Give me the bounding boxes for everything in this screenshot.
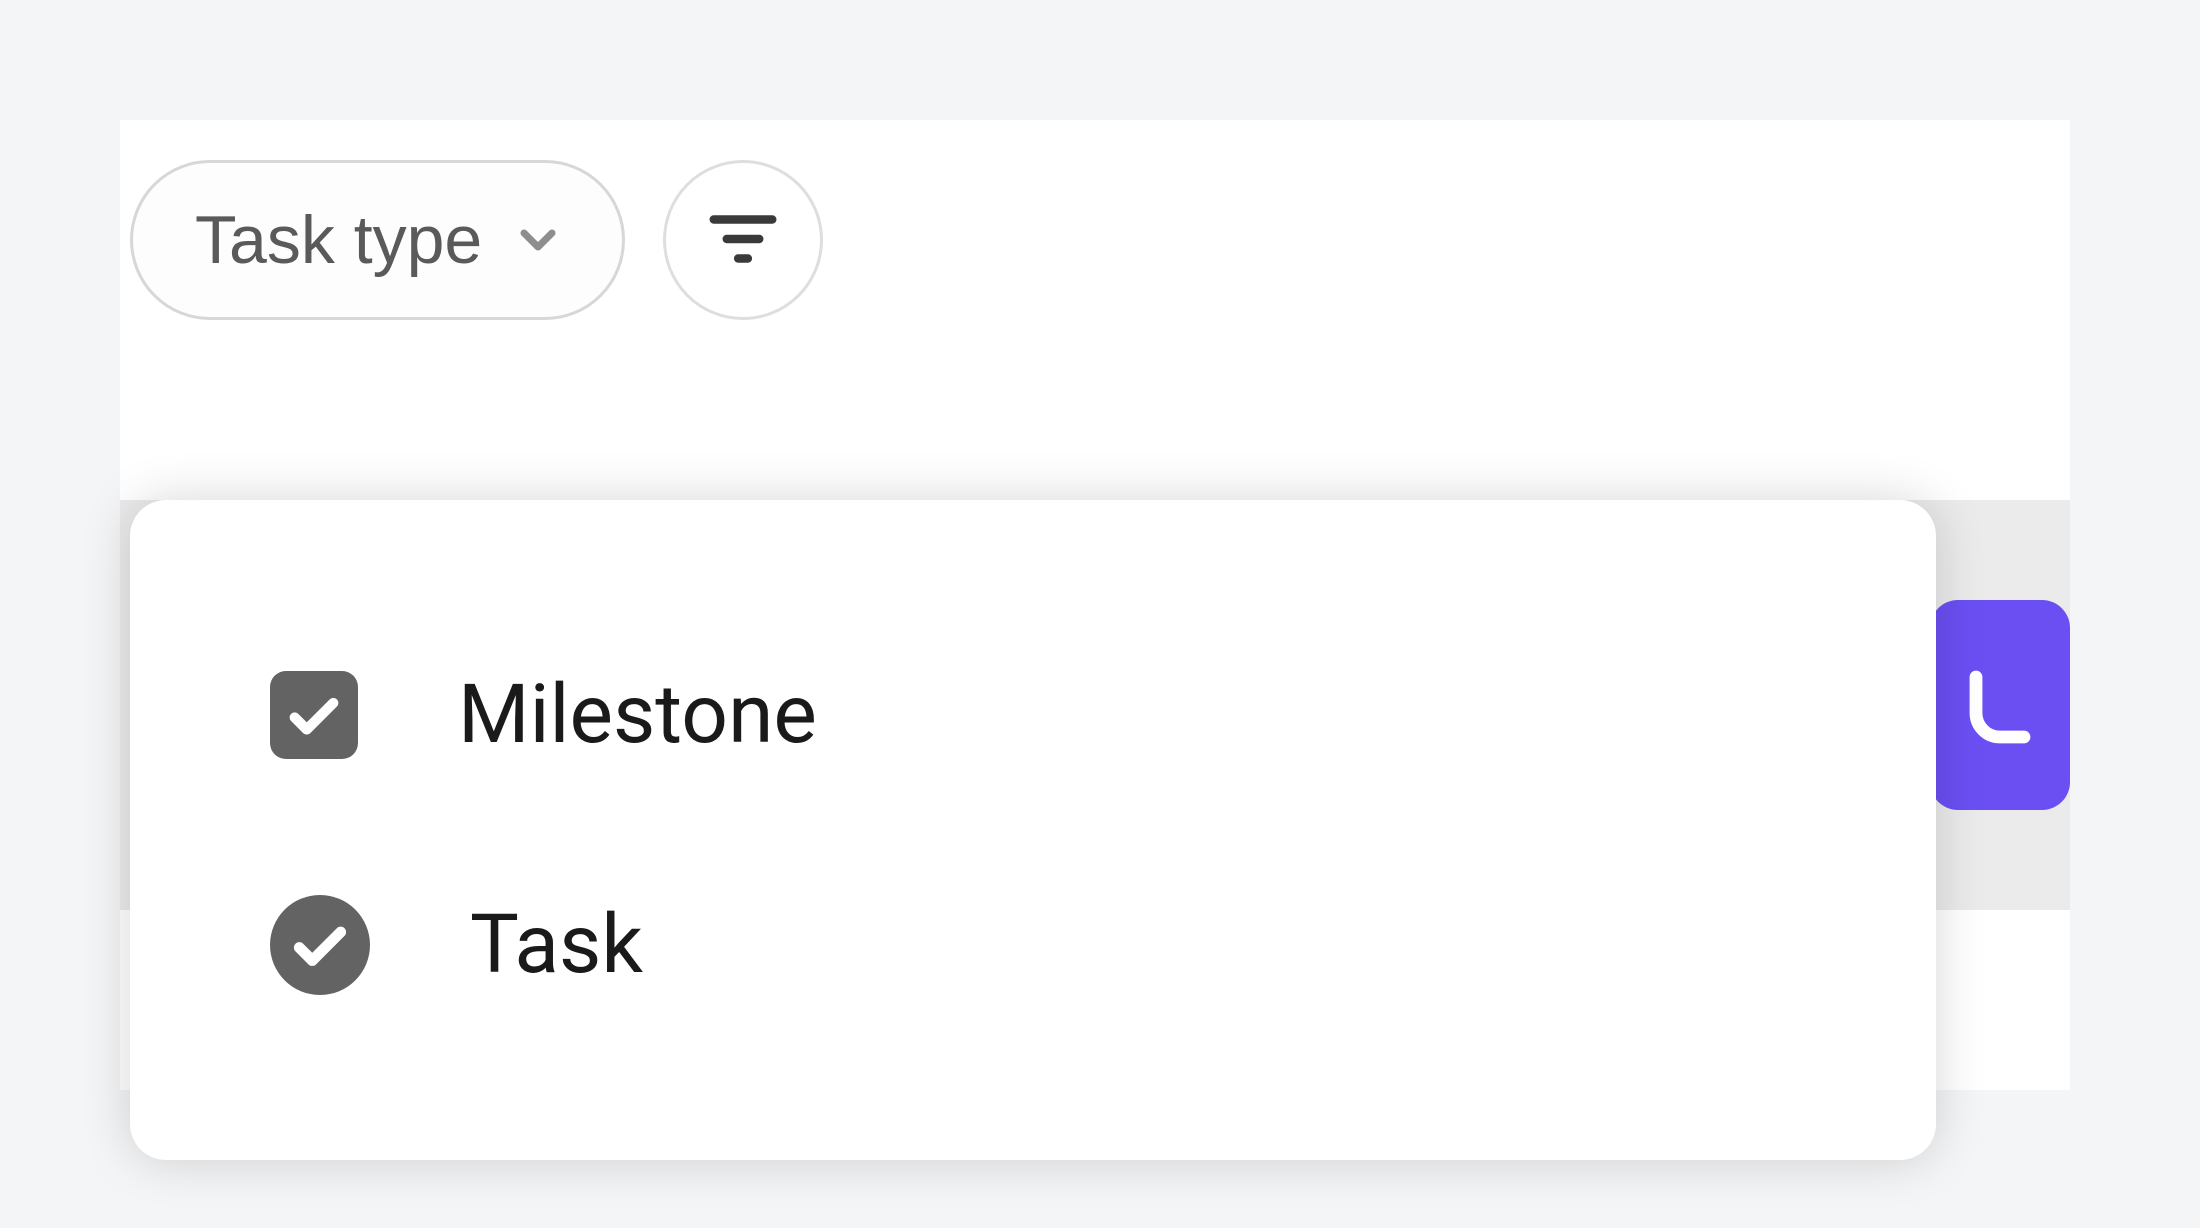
milestone-icon: [270, 671, 358, 759]
task-type-dropdown: Milestone Task: [130, 500, 1936, 1160]
dropdown-item-label: Task: [470, 904, 643, 986]
dropdown-item-milestone[interactable]: Milestone: [270, 600, 1936, 830]
filter-button[interactable]: [663, 160, 823, 320]
task-icon: [270, 895, 370, 995]
dropdown-item-task[interactable]: Task: [270, 830, 1936, 1060]
dropdown-item-label: Milestone: [458, 674, 817, 756]
task-type-dropdown-button[interactable]: Task type: [130, 160, 625, 320]
chevron-down-icon: [510, 212, 566, 268]
task-type-label: Task type: [195, 206, 482, 274]
accent-chip[interactable]: [1930, 600, 2070, 810]
filter-icon: [704, 200, 782, 281]
main-panel: Task type Miles: [120, 120, 2070, 1090]
accent-glyph-icon: [1952, 657, 2048, 753]
filter-bar: Task type: [120, 120, 2070, 320]
